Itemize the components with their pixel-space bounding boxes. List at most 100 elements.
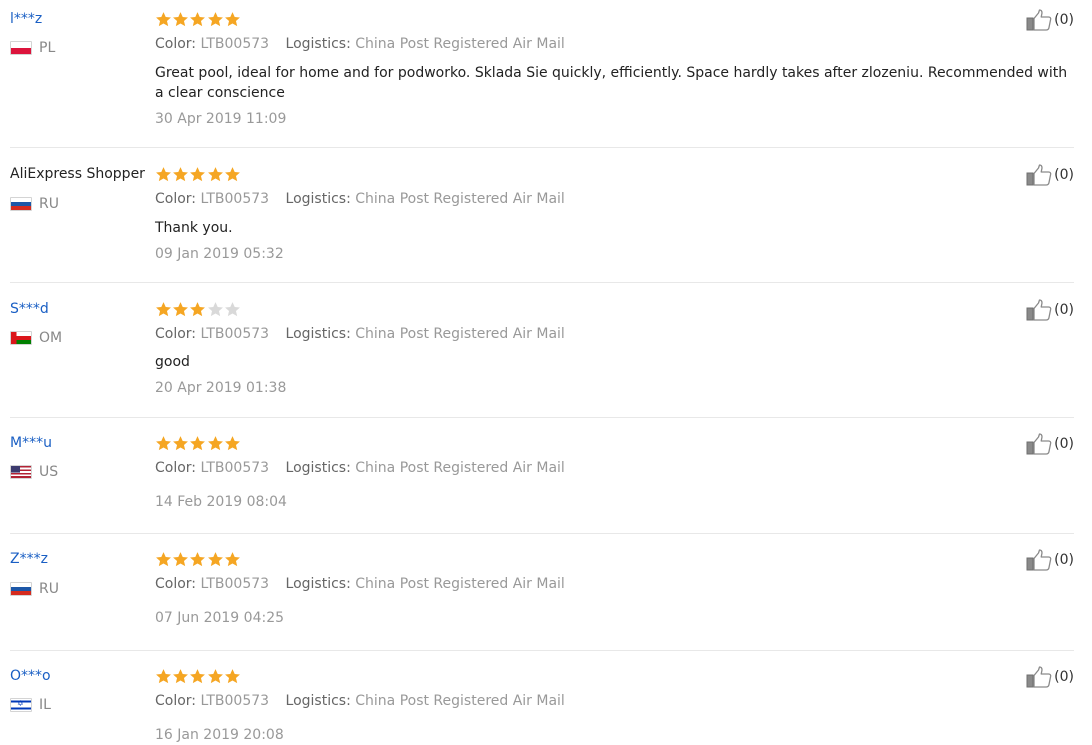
helpful-count: (0) — [1054, 302, 1074, 318]
reviewer-name[interactable]: l***z — [10, 9, 42, 29]
reviewer-country: US — [10, 462, 58, 482]
logistics-label: Logistics: — [285, 326, 351, 342]
helpful-button[interactable]: (0) — [1026, 666, 1074, 688]
star-rating — [155, 299, 241, 319]
star-filled-icon — [207, 435, 224, 452]
star-empty-icon — [207, 301, 224, 318]
star-rating — [155, 666, 241, 686]
country-code: OM — [39, 330, 63, 346]
star-rating — [155, 9, 241, 29]
star-filled-icon — [155, 11, 172, 28]
flag-ru-icon — [10, 197, 32, 211]
review-date: 07 Jun 2019 04:25 — [155, 610, 285, 626]
star-filled-icon — [207, 668, 224, 685]
logistics-label: Logistics: — [285, 36, 351, 52]
review-date: 20 Apr 2019 01:38 — [155, 380, 287, 396]
country-code: RU — [39, 581, 59, 597]
star-rating — [155, 549, 241, 569]
logistics-label: Logistics: — [285, 191, 351, 207]
flag-us-icon — [10, 465, 32, 479]
reviewer-country: RU — [10, 194, 59, 214]
helpful-button[interactable]: (0) — [1026, 164, 1074, 186]
review-item: l***z PL Color: LTB00573 Logistics: Chin… — [10, 0, 1074, 148]
review-date: 30 Apr 2019 11:09 — [155, 111, 287, 127]
helpful-button[interactable]: (0) — [1026, 299, 1074, 321]
review-text: good — [155, 354, 190, 370]
helpful-count: (0) — [1054, 436, 1074, 452]
logistics-value: China Post Registered Air Mail — [355, 191, 565, 207]
country-code: US — [39, 464, 59, 480]
star-filled-icon — [172, 166, 189, 183]
order-attributes: Color: LTB00573 Logistics: China Post Re… — [155, 691, 565, 711]
logistics-value: China Post Registered Air Mail — [355, 693, 565, 709]
star-filled-icon — [189, 668, 206, 685]
helpful-button[interactable]: (0) — [1026, 9, 1074, 31]
color-label: Color: — [155, 693, 197, 709]
color-label: Color: — [155, 36, 197, 52]
order-attributes: Color: LTB00573 Logistics: China Post Re… — [155, 189, 565, 209]
review-date: 09 Jan 2019 05:32 — [155, 246, 284, 262]
country-code: PL — [39, 40, 56, 56]
star-filled-icon — [172, 301, 189, 318]
star-rating — [155, 164, 241, 184]
reviewer-name[interactable]: S***d — [10, 299, 49, 319]
helpful-button[interactable]: (0) — [1026, 433, 1074, 455]
helpful-button[interactable]: (0) — [1026, 549, 1074, 571]
reviewer-name[interactable]: Z***z — [10, 549, 48, 569]
star-filled-icon — [189, 551, 206, 568]
star-filled-icon — [207, 551, 224, 568]
logistics-value: China Post Registered Air Mail — [355, 576, 565, 592]
review-item: S***d OM Color: LTB00573 Logistics: Chin… — [10, 283, 1074, 418]
thumbs-up-icon — [1026, 299, 1052, 321]
star-filled-icon — [172, 435, 189, 452]
star-filled-icon — [189, 301, 206, 318]
color-label: Color: — [155, 191, 197, 207]
reviewer-country: PL — [10, 38, 55, 58]
flag-pl-icon — [10, 41, 32, 55]
reviewer-country: RU — [10, 579, 59, 599]
review-text: Great pool, ideal for home and for podwo… — [155, 65, 1068, 101]
helpful-count: (0) — [1054, 167, 1074, 183]
review-list: l***z PL Color: LTB00573 Logistics: Chin… — [10, 0, 1074, 745]
review-date: 14 Feb 2019 08:04 — [155, 494, 287, 510]
color-value: LTB00573 — [200, 36, 270, 52]
star-filled-icon — [207, 11, 224, 28]
country-code: IL — [39, 697, 51, 713]
review-item: AliExpress Shopper RU Color: LTB00573 Lo… — [10, 148, 1074, 283]
country-code: RU — [39, 196, 59, 212]
color-label: Color: — [155, 576, 197, 592]
star-filled-icon — [172, 551, 189, 568]
order-attributes: Color: LTB00573 Logistics: China Post Re… — [155, 324, 565, 344]
star-filled-icon — [155, 668, 172, 685]
star-filled-icon — [155, 551, 172, 568]
color-label: Color: — [155, 326, 197, 342]
flag-ru-icon — [10, 582, 32, 596]
thumbs-up-icon — [1026, 549, 1052, 571]
review-date: 16 Jan 2019 20:08 — [155, 727, 284, 743]
color-value: LTB00573 — [200, 693, 270, 709]
review-text: Thank you. — [155, 220, 233, 236]
star-filled-icon — [189, 435, 206, 452]
color-value: LTB00573 — [200, 191, 270, 207]
order-attributes: Color: LTB00573 Logistics: China Post Re… — [155, 34, 565, 54]
star-filled-icon — [224, 551, 241, 568]
star-filled-icon — [224, 11, 241, 28]
thumbs-up-icon — [1026, 433, 1052, 455]
reviewer-country: IL — [10, 695, 51, 715]
star-filled-icon — [155, 166, 172, 183]
star-filled-icon — [189, 166, 206, 183]
color-value: LTB00573 — [200, 326, 270, 342]
logistics-label: Logistics: — [285, 460, 351, 476]
star-rating — [155, 433, 241, 453]
color-value: LTB00573 — [200, 576, 270, 592]
reviewer-name[interactable]: O***o — [10, 666, 51, 686]
reviewer-name[interactable]: M***u — [10, 433, 52, 453]
order-attributes: Color: LTB00573 Logistics: China Post Re… — [155, 574, 565, 594]
thumbs-up-icon — [1026, 9, 1052, 31]
color-label: Color: — [155, 460, 197, 476]
logistics-label: Logistics: — [285, 693, 351, 709]
helpful-count: (0) — [1054, 12, 1074, 28]
reviewer-name: AliExpress Shopper — [10, 166, 145, 182]
star-filled-icon — [207, 166, 224, 183]
reviewer-country: OM — [10, 328, 62, 348]
